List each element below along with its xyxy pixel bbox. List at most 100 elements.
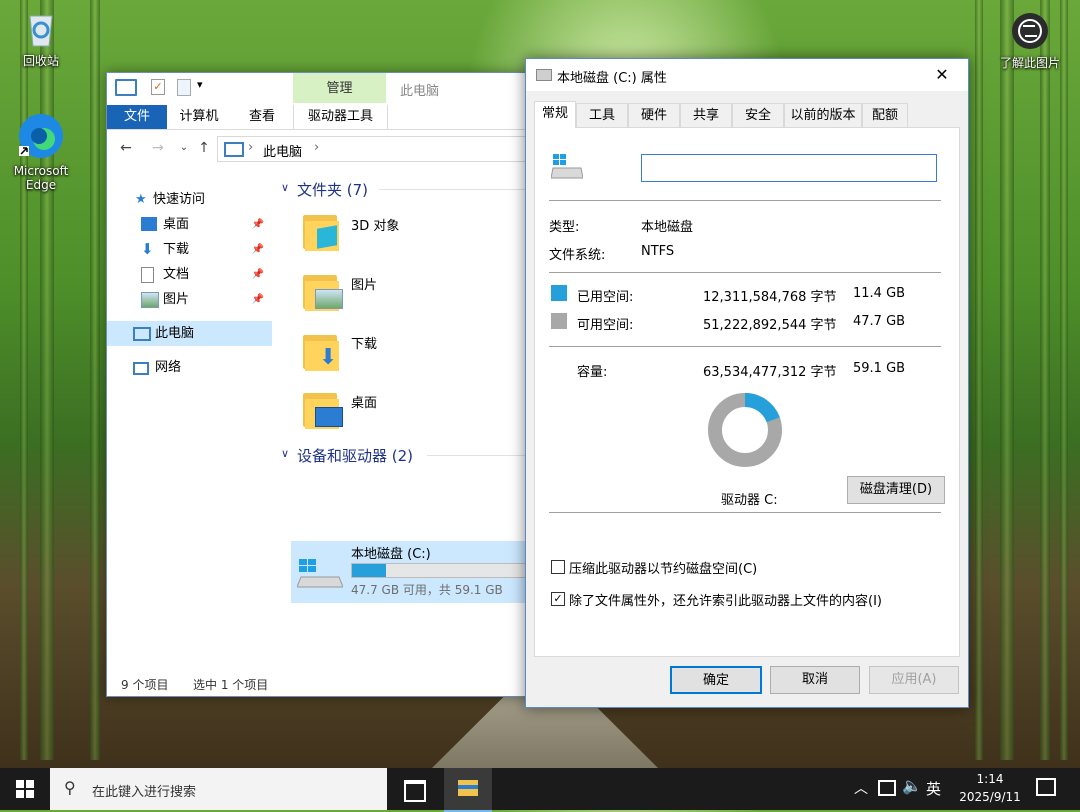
dialog-title: 本地磁盘 (C:) 属性 [557,71,667,86]
sidebar-item-pictures[interactable]: 图片 📌 [107,287,272,312]
up-arrow-icon[interactable]: ↑ [195,139,213,157]
learn-about-picture-label: 了解此图片 [999,56,1060,70]
tab-sharing[interactable]: 共享 [680,103,732,127]
tab-quota[interactable]: 配额 [862,103,908,127]
folders-group-header[interactable]: 文件夹 (7) [297,179,368,200]
sidebar-label: 快速访问 [153,192,206,207]
recycle-bin-icon [21,8,61,48]
folder-label[interactable]: 图片 [351,274,377,293]
properties-icon[interactable]: ✓ [151,79,165,95]
hard-drive-icon [550,152,584,180]
clock-date: 2025/9/11 [959,790,1021,804]
sidebar-item-quick-access[interactable]: ★ 快速访问 [107,187,272,212]
folder-3d-objects-icon[interactable] [303,211,345,253]
tab-tools[interactable]: 工具 [576,103,628,127]
drive-c-tile[interactable]: 本地磁盘 (C:) 47.7 GB 可用，共 59.1 GB [291,541,529,603]
tab-file[interactable]: 文件 [107,105,167,129]
forward-arrow-icon[interactable]: → [149,139,167,157]
compress-label[interactable]: 压缩此驱动器以节约磁盘空间(C) [569,558,757,577]
recent-locations-icon[interactable]: ⌄ [175,139,193,157]
tab-previous-versions[interactable]: 以前的版本 [784,103,862,127]
quick-access-toolbar: ✓ ▾ 管理 此电脑 [107,73,527,103]
sidebar-item-this-pc[interactable]: 此电脑 [107,321,272,346]
drive-usage-fill [352,564,386,577]
sidebar-item-desktop[interactable]: 桌面 📌 [107,212,272,237]
recycle-bin-desktop-icon[interactable]: 回收站 [6,8,76,69]
used-space-gb: 11.4 GB [853,286,906,301]
close-icon[interactable]: ✕ [924,63,960,87]
learn-about-picture-desktop-icon[interactable]: 了解此图片 [992,12,1068,71]
folder-desktop-icon[interactable] [303,389,345,431]
tab-view[interactable]: 查看 [233,105,291,129]
sidebar-label: 网络 [155,360,182,375]
apply-button[interactable]: 应用(A) [869,666,959,694]
input-method-indicator[interactable]: 英 [926,778,941,799]
capacity-gb: 59.1 GB [853,361,906,376]
navigation-pane: ★ 快速访问 桌面 📌 ⬇ 下载 📌 文档 📌 图片 📌 此电脑 网络 [107,175,272,655]
network-icon[interactable] [878,780,896,796]
address-bar[interactable]: › 此电脑 › [217,136,527,162]
dialog-title-bar: 本地磁盘 (C:) 属性 ✕ [526,59,968,91]
navigation-bar: ← → ⌄ ↑ › 此电脑 › [107,136,527,162]
back-arrow-icon[interactable]: ← [117,139,135,157]
tab-drive-tools[interactable]: 驱动器工具 [293,105,388,129]
used-space-bytes: 12,311,584,768 字节 [703,290,837,305]
cancel-button[interactable]: 取消 [770,666,860,694]
taskbar-search-box[interactable]: ⚲ 在此键入进行搜索 [50,768,387,810]
new-folder-icon[interactable] [177,79,191,96]
folder-label[interactable]: 桌面 [351,392,377,411]
pin-icon: 📌 [251,219,264,230]
search-icon: ⚲ [64,778,76,797]
taskbar: ⚲ 在此键入进行搜索 ︿ 🔈 英 1:14 2025/9/11 [0,768,1080,812]
used-space-swatch [551,285,567,301]
pin-icon: 📌 [251,294,264,305]
content-pane: ∨ 文件夹 (7) 3D 对象 图片 ⬇ 下载 桌面 ∨ 设备和驱动器 (2) … [279,173,529,653]
show-hidden-icons-icon[interactable]: ︿ [854,778,868,798]
start-windows-icon[interactable] [16,780,34,798]
breadcrumb-chevron-icon[interactable]: › [314,140,319,155]
folder-label[interactable]: 下载 [351,333,377,352]
folder-downloads-icon[interactable]: ⬇ [303,331,345,373]
edge-desktop-icon[interactable]: Microsoft Edge [6,112,76,192]
action-center-icon[interactable] [1036,778,1056,796]
tab-security[interactable]: 安全 [732,103,784,127]
disk-cleanup-button[interactable]: 磁盘清理(D) [847,476,945,504]
free-space-label: 可用空间: [577,318,634,333]
status-bar: 9 个项目 选中 1 个项目 [107,672,527,696]
drive-letter-label: 驱动器 C: [721,493,778,508]
qat-dropdown-icon[interactable]: ▾ [197,78,203,91]
compress-checkbox[interactable] [551,560,565,574]
sidebar-label: 文档 [163,267,190,282]
clock[interactable]: 1:14 2025/9/11 [950,770,1030,806]
computer-icon [133,327,151,341]
collapse-chevron-icon[interactable]: ∨ [281,447,289,460]
tab-computer[interactable]: 计算机 [171,105,227,129]
tab-general[interactable]: 常规 [534,101,576,128]
selected-count: 选中 1 个项目 [193,678,269,692]
index-label[interactable]: 除了文件属性外，还允许索引此驱动器上文件的内容(I) [569,590,882,609]
taskbar-explorer-button[interactable] [444,768,492,812]
tab-hardware[interactable]: 硬件 [628,103,680,127]
collapse-chevron-icon[interactable]: ∨ [281,181,289,194]
volume-icon[interactable]: 🔈 [902,776,922,795]
drives-group-header[interactable]: 设备和驱动器 (2) [297,445,413,466]
drive-free-space: 47.7 GB 可用，共 59.1 GB [351,583,503,597]
recycle-bin-label: 回收站 [22,54,59,68]
filesystem-label: 文件系统: [549,248,606,263]
drive-properties-dialog: 本地磁盘 (C:) 属性 ✕ 常规 工具 硬件 共享 安全 以前的版本 配额 类… [525,58,969,708]
sidebar-item-documents[interactable]: 文档 📌 [107,262,272,287]
sidebar-label: 桌面 [163,217,190,232]
task-view-icon[interactable] [404,780,426,802]
drive-name-input[interactable] [641,154,937,182]
index-checkbox[interactable]: ✓ [551,592,565,606]
sidebar-label: 下载 [163,242,190,257]
folder-pictures-icon[interactable] [303,271,345,313]
sidebar-item-network[interactable]: 网络 [107,355,272,380]
computer-icon [224,142,244,157]
breadcrumb-this-pc[interactable]: 此电脑 [263,141,302,160]
edge-label: Microsoft Edge [13,164,69,192]
sidebar-item-downloads[interactable]: ⬇ 下载 📌 [107,237,272,262]
folder-label[interactable]: 3D 对象 [351,215,399,234]
document-icon [141,267,154,283]
ok-button[interactable]: 确定 [670,666,762,694]
